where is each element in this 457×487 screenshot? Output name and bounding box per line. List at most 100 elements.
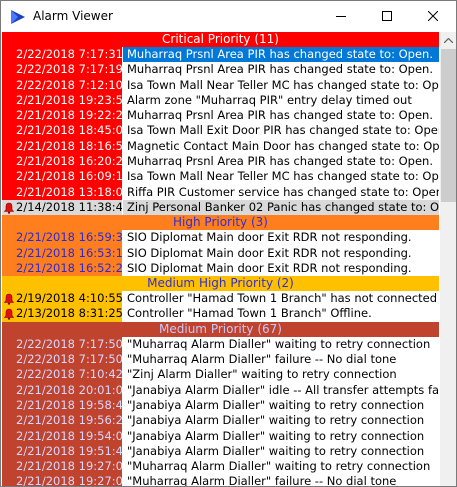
window-title: Alarm Viewer xyxy=(33,9,113,23)
alarm-message: "Janabiya Alarm Dialler" idle -- All tra… xyxy=(122,382,439,398)
alarm-time-cell: 2/21/2018 19:27:02 xyxy=(2,459,122,475)
alarm-time: 2/21/2018 19:22:21 xyxy=(16,108,122,123)
alarm-message: SIO Diplomat Main door Exit RDR not resp… xyxy=(122,245,439,261)
alarm-time: 2/22/2018 7:10:42 xyxy=(16,367,122,382)
alarm-time-cell: 2/21/2018 16:59:31 xyxy=(2,230,122,246)
alarm-time: 2/19/2018 4:10:55 xyxy=(16,291,122,306)
alarm-time-cell: 2/21/2018 18:45:03 xyxy=(2,123,122,139)
alarm-message: Controller "Hamad Town 1 Branch" Offline… xyxy=(122,306,439,322)
alarm-time-cell: 2/21/2018 19:54:02 xyxy=(2,428,122,444)
alarm-message: "Zinj Alarm Dialler" waiting to retry co… xyxy=(122,367,439,383)
alarm-list[interactable]: Critical Priority (11) 2/22/2018 7:17:31 M… xyxy=(2,32,439,486)
group-header-critical[interactable]: Critical Priority (11) xyxy=(2,32,439,47)
bell-icon xyxy=(3,308,15,321)
alarm-row[interactable]: 2/21/2018 18:16:52 Magnetic Contact Main … xyxy=(2,138,439,155)
alarm-message: Magnetic Contact Main Door has changed s… xyxy=(122,138,439,155)
alarm-time: 2/21/2018 19:54:02 xyxy=(16,428,122,443)
alarm-time-cell: 2/21/2018 18:16:52 xyxy=(2,138,122,155)
alarm-time: 2/21/2018 19:58:44 xyxy=(16,397,122,412)
alarm-row[interactable]: 2/21/2018 16:09:16 Isa Town Mall Near Tel… xyxy=(2,169,439,185)
alarm-time: 2/21/2018 16:52:20 xyxy=(16,260,122,275)
alarm-row[interactable]: 2/21/2018 16:20:27 Muharraq Prsnl Area PI… xyxy=(2,154,439,170)
close-icon xyxy=(428,11,438,21)
alarm-time-cell: 2/22/2018 7:17:31 xyxy=(2,47,122,63)
alarm-row[interactable]: 2/22/2018 7:17:50 "Muharraq Alarm Dialler… xyxy=(2,336,439,353)
alarm-time: 2/21/2018 19:51:41 xyxy=(16,443,122,458)
close-button[interactable] xyxy=(410,1,456,31)
alarm-time-cell: 2/13/2018 8:31:25 xyxy=(2,306,122,322)
alarm-time: 2/22/2018 7:12:10 xyxy=(16,77,122,92)
alarm-message: "Muharraq Alarm Dialler" failure -- No d… xyxy=(122,352,439,368)
alarm-time: 2/21/2018 18:45:03 xyxy=(16,123,122,138)
alarm-time-cell: 2/22/2018 7:12:10 xyxy=(2,77,122,93)
alarm-time: 2/21/2018 19:23:52 xyxy=(16,92,122,107)
alarm-time-cell: 2/21/2018 20:01:07 xyxy=(2,382,122,398)
alarm-time: 2/21/2018 18:16:52 xyxy=(16,138,122,153)
group-header-medhigh[interactable]: Medium High Priority (2) xyxy=(2,276,439,292)
alarm-row[interactable]: 2/21/2018 13:18:03 Riffa PIR Customer ser… xyxy=(2,184,439,200)
alarm-time-cell: 2/21/2018 16:53:18 xyxy=(2,245,122,261)
alarm-message: "Muharraq Alarm Dialler" waiting to retr… xyxy=(122,459,439,475)
alarm-viewer-window: Alarm Viewer Critical Priority (11) 2/22/… xyxy=(0,0,457,487)
alarm-message: "Janabiya Alarm Dialler" waiting to retr… xyxy=(122,443,439,460)
alarm-row[interactable]: 2/22/2018 7:12:10 Isa Town Mall Near Tell… xyxy=(2,77,439,93)
alarm-time-cell: 2/21/2018 16:52:20 xyxy=(2,260,122,277)
scroll-up-button[interactable] xyxy=(440,32,456,49)
alarm-row[interactable]: 2/22/2018 7:17:31 Muharraq Prsnl Area PIR… xyxy=(2,47,439,63)
alarm-row[interactable]: 2/13/2018 8:31:25 Controller "Hamad Town … xyxy=(2,306,439,322)
alarm-time-cell: 2/21/2018 19:22:21 xyxy=(2,108,122,124)
alarm-row[interactable]: 2/14/2018 11:38:49 Zinj Personal Banker 0… xyxy=(2,199,439,216)
alarm-time: 2/21/2018 16:59:31 xyxy=(16,230,122,245)
alarm-time: 2/22/2018 7:17:50 xyxy=(16,352,122,367)
maximize-button[interactable] xyxy=(364,1,410,31)
alarm-time-cell: 2/22/2018 7:17:50 xyxy=(2,352,122,368)
vertical-scrollbar[interactable] xyxy=(440,32,456,486)
alarm-time-cell: 2/21/2018 19:23:52 xyxy=(2,92,122,109)
alarm-row[interactable]: 2/21/2018 19:58:44 "Janabiya Alarm Dialle… xyxy=(2,397,439,414)
alarm-message: "Janabiya Alarm Dialler" waiting to retr… xyxy=(122,413,439,429)
alarm-time: 2/21/2018 16:09:16 xyxy=(16,169,122,184)
alarm-time-cell: 2/22/2018 7:17:50 xyxy=(2,336,122,353)
alarm-row[interactable]: 2/21/2018 16:53:18 SIO Diplomat Main door… xyxy=(2,245,439,261)
alarm-row[interactable]: 2/21/2018 18:45:03 Isa Town Mall Exit Doo… xyxy=(2,123,439,139)
bell-icon xyxy=(3,202,15,215)
alarm-time: 2/21/2018 16:53:18 xyxy=(16,245,122,260)
alarm-time-cell: 2/21/2018 19:56:23 xyxy=(2,413,122,429)
alarm-row[interactable]: 2/21/2018 19:22:21 Muharraq Prsnl Area PI… xyxy=(2,108,439,124)
alarm-row[interactable]: 2/21/2018 19:27:02 "Muharraq Alarm Dialle… xyxy=(2,474,439,486)
alarm-time-cell: 2/22/2018 7:10:42 xyxy=(2,367,122,383)
alarm-time-cell: 2/14/2018 11:38:49 xyxy=(2,199,122,216)
alarm-time-cell: 2/21/2018 19:58:44 xyxy=(2,397,122,414)
alarm-message: "Janabiya Alarm Dialler" waiting to retr… xyxy=(122,428,439,444)
alarm-row[interactable]: 2/21/2018 19:51:41 "Janabiya Alarm Dialle… xyxy=(2,443,439,460)
alarm-row[interactable]: 2/21/2018 19:56:23 "Janabiya Alarm Dialle… xyxy=(2,413,439,429)
alarm-message: Muharraq Prsnl Area PIR has changed stat… xyxy=(122,47,439,63)
group-header-high[interactable]: High Priority (3) xyxy=(2,215,439,231)
alarm-row[interactable]: 2/21/2018 16:52:20 SIO Diplomat Main door… xyxy=(2,260,439,277)
alarm-message: Isa Town Mall Near Teller MC has changed… xyxy=(122,77,439,93)
scrollbar-thumb[interactable] xyxy=(441,49,456,202)
alarm-time: 2/21/2018 19:27:02 xyxy=(16,459,122,474)
alarm-row[interactable]: 2/22/2018 7:17:50 "Muharraq Alarm Dialler… xyxy=(2,352,439,368)
alarm-time: 2/21/2018 19:27:02 xyxy=(16,474,122,486)
alarm-row[interactable]: 2/21/2018 16:59:31 SIO Diplomat Main door… xyxy=(2,230,439,246)
alarm-row[interactable]: 2/21/2018 20:01:07 "Janabiya Alarm Dialle… xyxy=(2,382,439,398)
alarm-row[interactable]: 2/22/2018 7:10:42 "Zinj Alarm Dialler" wa… xyxy=(2,367,439,383)
alarm-row[interactable]: 2/21/2018 19:54:02 "Janabiya Alarm Dialle… xyxy=(2,428,439,444)
group-header-medium[interactable]: Medium Priority (67) xyxy=(2,321,439,337)
bell-icon xyxy=(3,293,15,306)
alarm-time: 2/22/2018 7:17:19 xyxy=(16,62,122,77)
alarm-row[interactable]: 2/21/2018 19:27:02 "Muharraq Alarm Dialle… xyxy=(2,459,439,475)
minimize-button[interactable] xyxy=(318,1,364,31)
alarm-time: 2/21/2018 20:01:07 xyxy=(16,382,122,397)
alarm-message: Riffa PIR Customer service has changed s… xyxy=(122,184,439,200)
alarm-time-cell: 2/22/2018 7:17:19 xyxy=(2,62,122,78)
alarm-message: "Muharraq Alarm Dialler" failure -- No d… xyxy=(122,474,439,486)
alarm-row[interactable]: 2/22/2018 7:17:19 Muharraq Prsnl Area PIR… xyxy=(2,62,439,78)
alarm-row[interactable]: 2/21/2018 19:23:52 Alarm zone "Muharraq P… xyxy=(2,92,439,109)
title-bar[interactable]: Alarm Viewer xyxy=(1,1,456,31)
alarm-message: Isa Town Mall Exit Door PIR has changed … xyxy=(122,123,439,139)
minimize-icon xyxy=(336,16,346,17)
alarm-message: Muharraq Prsnl Area PIR has changed stat… xyxy=(122,108,439,124)
alarm-row[interactable]: 2/19/2018 4:10:55 Controller "Hamad Town … xyxy=(2,291,439,307)
